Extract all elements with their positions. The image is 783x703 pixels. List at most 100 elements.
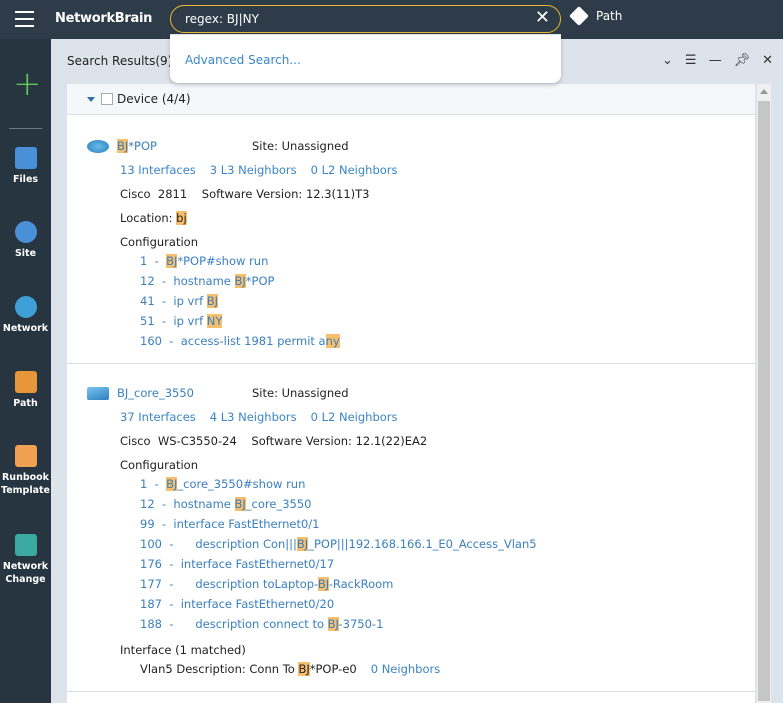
match-highlight: BJ bbox=[298, 662, 310, 676]
text-segment: 12 - hostname bbox=[140, 497, 235, 511]
group-header-device[interactable]: Device (4/4) bbox=[67, 84, 755, 115]
clear-icon[interactable]: ✕ bbox=[535, 9, 550, 27]
sidebar-item-files[interactable]: Files bbox=[0, 147, 51, 186]
path-icon bbox=[14, 371, 37, 393]
text-segment: 41 - ip vrf bbox=[140, 294, 207, 308]
interface-neighbors-link[interactable]: 0 Neighbors bbox=[371, 662, 441, 676]
sidebar-item-runbook-template[interactable]: Runbook Template bbox=[0, 445, 51, 497]
caret-down-icon[interactable] bbox=[87, 96, 95, 102]
device-name-link[interactable]: BJ_core_3550 bbox=[117, 384, 252, 402]
search-dropdown: Advanced Search... bbox=[170, 34, 561, 83]
text-segment: Location: bbox=[120, 211, 177, 225]
match-highlight: bj bbox=[176, 211, 187, 225]
divider bbox=[9, 128, 42, 129]
minimize-icon[interactable]: — bbox=[709, 53, 722, 68]
sidebar-item-label: Site bbox=[14, 248, 37, 259]
search-input[interactable] bbox=[185, 10, 525, 28]
device-links: 13 Interfaces 3 L3 Neighbors 0 L2 Neighbor… bbox=[120, 161, 755, 185]
match-highlight: BJ bbox=[234, 274, 246, 288]
router-icon bbox=[87, 140, 109, 153]
path-label: Path bbox=[596, 9, 623, 23]
device-link[interactable]: 3 L3 Neighbors bbox=[210, 163, 297, 177]
group-checkbox[interactable] bbox=[101, 93, 113, 105]
text-segment: 1 - bbox=[140, 254, 167, 268]
pin-icon[interactable]: 📌︎ bbox=[734, 53, 751, 68]
path-button[interactable]: Path bbox=[569, 6, 623, 26]
device-links: 37 Interfaces 4 L3 Neighbors 0 L2 Neighbor… bbox=[120, 408, 755, 432]
text-segment: _core_3550#show run bbox=[177, 477, 306, 491]
config-line[interactable]: 41 - ip vrf BJ bbox=[120, 293, 755, 313]
network-icon bbox=[14, 296, 37, 318]
close-icon[interactable]: ✕ bbox=[762, 53, 773, 68]
match-highlight: BJ bbox=[206, 294, 219, 308]
scroll-up-icon[interactable] bbox=[760, 89, 768, 94]
sidebar-item-site[interactable]: Site bbox=[0, 221, 51, 260]
search-results: Device (4/4) BJ*POP Site: Unassigned 13 In… bbox=[67, 84, 755, 703]
scroll-thumb[interactable] bbox=[758, 101, 770, 701]
config-line[interactable]: 160 - access-list 1981 permit any bbox=[120, 333, 755, 353]
text-segment: 1 - bbox=[140, 477, 167, 491]
list-icon[interactable]: ☰ bbox=[685, 53, 697, 68]
sidebar: + Files Site Network Path Runbook Template Ne… bbox=[0, 39, 51, 703]
device-link[interactable]: 0 L2 Neighbors bbox=[311, 410, 398, 424]
device-header: BJ_core_3550 Site: Unassigned bbox=[87, 384, 755, 408]
text-segment: 177 - description toLaptop- bbox=[140, 577, 318, 591]
config-line[interactable]: 188 - description connect to BJ-3750-1 bbox=[120, 616, 755, 636]
switch-icon bbox=[87, 387, 109, 400]
sidebar-item-network-change[interactable]: Network Change bbox=[0, 534, 51, 586]
device-link[interactable]: 37 Interfaces bbox=[120, 410, 196, 424]
site-label: Site: Unassigned bbox=[252, 139, 349, 153]
device-link[interactable]: 0 L2 Neighbors bbox=[311, 163, 398, 177]
device-link[interactable]: 13 Interfaces bbox=[120, 163, 196, 177]
group-label: Device (4/4) bbox=[117, 92, 191, 106]
text-segment: 99 - interface FastEthernet0/1 bbox=[140, 517, 320, 531]
config-label: Configuration bbox=[120, 458, 198, 472]
panel-title: Search Results(9) bbox=[67, 54, 173, 68]
search-box[interactable]: ✕ bbox=[170, 5, 561, 33]
text-segment: 51 - ip vrf bbox=[140, 314, 207, 328]
window-tools: ⌄ ☰ — 📌︎ ✕ bbox=[662, 53, 773, 68]
text-segment: _core_3550 bbox=[245, 497, 312, 511]
config-label: Configuration bbox=[120, 235, 198, 249]
interface-line: Vlan5 Description: Conn To BJ*POP-e0 0 Ne… bbox=[120, 661, 755, 681]
text-segment: 188 - description connect to bbox=[140, 617, 328, 631]
scrollbar[interactable] bbox=[757, 84, 771, 703]
text-segment: 100 - description Con||| bbox=[140, 537, 297, 551]
match-highlight: BJ bbox=[166, 254, 178, 268]
text-segment: *POP#show run bbox=[177, 254, 269, 268]
match-highlight: BJ bbox=[327, 617, 339, 631]
config-line[interactable]: 12 - hostname BJ_core_3550 bbox=[120, 496, 755, 516]
match-highlight: BJ bbox=[317, 577, 329, 591]
device-location: Location: bj bbox=[120, 209, 755, 233]
menu-icon[interactable] bbox=[15, 11, 34, 27]
device-info: Cisco 2811 Software Version: 12.3(11)T3 bbox=[120, 187, 370, 201]
interface-label: Interface (1 matched) bbox=[120, 643, 246, 657]
config-line[interactable]: 1 - BJ*POP#show run bbox=[120, 253, 755, 273]
device-link[interactable]: 4 L3 Neighbors bbox=[210, 410, 297, 424]
config-line[interactable]: 51 - ip vrf NY bbox=[120, 313, 755, 333]
sidebar-item-path[interactable]: Path bbox=[0, 371, 51, 410]
network-change-icon bbox=[14, 534, 37, 556]
logo: NetworkBrain bbox=[55, 11, 153, 26]
match-highlight: BJ bbox=[296, 537, 309, 551]
path-direction-icon bbox=[569, 6, 589, 26]
add-icon[interactable]: + bbox=[13, 67, 42, 101]
config-line[interactable]: 100 - description Con|||BJ_POP|||192.168… bbox=[120, 536, 755, 556]
match-highlight: NY bbox=[206, 314, 223, 328]
config-line[interactable]: 12 - hostname BJ*POP bbox=[120, 273, 755, 293]
sidebar-item-network[interactable]: Network bbox=[0, 296, 51, 335]
device-card: BJ*POP Site: Unassigned 13 Interfaces 3 L3 … bbox=[67, 115, 755, 364]
text-segment: 187 - interface FastEthernet0/20 bbox=[140, 597, 335, 611]
device-header: BJ*POP Site: Unassigned bbox=[87, 137, 755, 161]
advanced-search-link[interactable]: Advanced Search... bbox=[185, 53, 301, 67]
chevron-down-icon[interactable]: ⌄ bbox=[662, 53, 673, 68]
text-segment: _POP|||192.168.166.1_E0_Access_Vlan5 bbox=[308, 537, 537, 551]
config-line[interactable]: 1 - BJ_core_3550#show run bbox=[120, 476, 755, 496]
config-line[interactable]: 187 - interface FastEthernet0/20 bbox=[120, 596, 755, 616]
config-line[interactable]: 176 - interface FastEthernet0/17 bbox=[120, 556, 755, 576]
sidebar-item-label: Files bbox=[12, 174, 39, 185]
device-name-link[interactable]: BJ*POP bbox=[117, 137, 252, 155]
runbook-icon bbox=[14, 445, 37, 467]
config-line[interactable]: 177 - description toLaptop-BJ-RackRoom bbox=[120, 576, 755, 596]
config-line[interactable]: 99 - interface FastEthernet0/1 bbox=[120, 516, 755, 536]
